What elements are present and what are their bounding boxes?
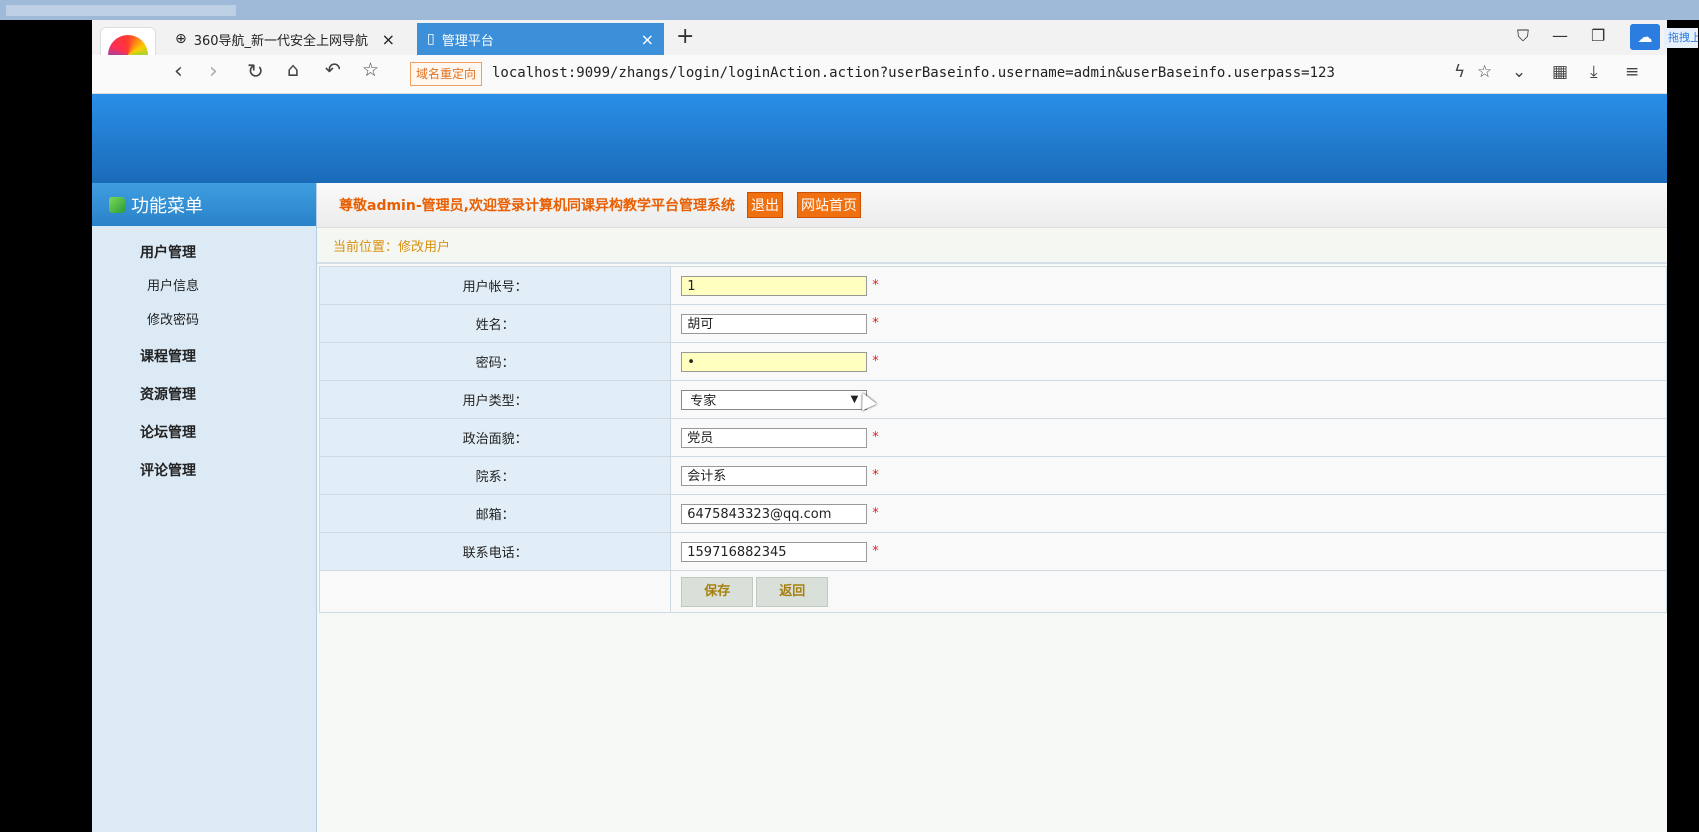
field-label: 联系电话： bbox=[318, 532, 672, 571]
edit-user-form: 用户帐号： 1 * 姓名： 胡可 * 密码： • * 用户类型： 专家 ▼ 政治面貌： bbox=[318, 266, 1667, 613]
back-button[interactable]: 返回 bbox=[756, 576, 829, 607]
tab-admin-platform[interactable]: ▯ 管理平台 × bbox=[417, 23, 664, 55]
form-row-department: 院系： 会计系 * bbox=[318, 456, 1667, 495]
welcome-bar: 尊敬admin-管理员,欢迎登录计算机同课异构教学平台管理系统 退出 网站首页 bbox=[317, 183, 1667, 228]
back-icon[interactable]: ‹ bbox=[174, 59, 183, 84]
political-status-input[interactable]: 党员 bbox=[681, 427, 868, 448]
lightning-icon[interactable]: ϟ bbox=[1454, 62, 1465, 82]
sidebar-item-comment-management[interactable]: 评论管理 bbox=[92, 452, 316, 490]
sidebar-header: 功能菜单 bbox=[92, 183, 316, 226]
new-tab-icon[interactable]: + bbox=[676, 24, 694, 49]
save-button[interactable]: 保存 bbox=[681, 576, 754, 607]
page-icon: ▯ bbox=[427, 31, 435, 47]
field-label: 院系： bbox=[318, 456, 672, 495]
breadcrumb: 当前位置：修改用户 bbox=[317, 228, 1667, 264]
os-title-strip bbox=[0, 0, 1699, 20]
sidebar-item-resource-management[interactable]: 资源管理 bbox=[92, 376, 316, 414]
reload-icon[interactable]: ↻ bbox=[247, 59, 264, 83]
form-row-email: 邮箱： 6475843323@qq.com * bbox=[318, 494, 1667, 533]
form-row-political-status: 政治面貌： 党员 * bbox=[318, 418, 1667, 457]
drag-upload-hint[interactable]: 拖拽上传 bbox=[1664, 28, 1698, 48]
tab-label: 管理平台 bbox=[441, 33, 494, 49]
close-icon[interactable]: × bbox=[641, 30, 654, 49]
sidebar: 功能菜单 用户管理 用户信息 修改密码 课程管理 资源管理 论坛管理 评论管理 bbox=[92, 183, 317, 832]
close-icon[interactable]: × bbox=[382, 30, 395, 49]
department-input[interactable]: 会计系 bbox=[681, 465, 868, 486]
cloud-icon[interactable]: ☁ bbox=[1630, 24, 1660, 50]
required-mark: * bbox=[872, 468, 879, 483]
sidebar-menu: 用户管理 用户信息 修改密码 课程管理 资源管理 论坛管理 评论管理 bbox=[92, 236, 316, 490]
required-mark: * bbox=[872, 354, 879, 369]
field-label: 用户类型： bbox=[318, 380, 672, 419]
bookmark-star-icon[interactable]: ☆ bbox=[362, 59, 379, 81]
sidebar-item-course-management[interactable]: 课程管理 bbox=[92, 338, 316, 376]
field-label: 政治面貌： bbox=[318, 418, 672, 457]
skin-icon[interactable]: ⛉ bbox=[1517, 26, 1529, 46]
account-input[interactable]: 1 bbox=[681, 275, 868, 296]
download-icon[interactable]: ⤓ bbox=[1590, 62, 1598, 82]
undo-close-icon[interactable]: ↶ bbox=[325, 59, 341, 81]
name-input[interactable]: 胡可 bbox=[681, 313, 868, 334]
sidebar-item-forum-management[interactable]: 论坛管理 bbox=[92, 414, 316, 452]
field-label: 姓名： bbox=[318, 304, 672, 343]
tab-360-navigation[interactable]: ⊕ 360导航_新一代安全上网导航 × bbox=[165, 23, 405, 55]
user-type-selected: 专家 bbox=[690, 394, 717, 409]
phone-input[interactable]: 159716882345 bbox=[681, 541, 868, 562]
restore-icon[interactable]: ❐ bbox=[1591, 26, 1605, 45]
form-row-actions: 保存 返回 bbox=[318, 570, 1667, 613]
page-viewport: 功能菜单 用户管理 用户信息 修改密码 课程管理 资源管理 论坛管理 评论管理 … bbox=[92, 94, 1667, 832]
sidebar-item-user-management[interactable]: 用户管理 bbox=[92, 236, 316, 270]
required-mark: * bbox=[872, 430, 879, 445]
cube-icon bbox=[109, 196, 125, 213]
field-label: 密码： bbox=[318, 342, 672, 381]
browser-window: ⊕ 360导航_新一代安全上网导航 × ▯ 管理平台 × + ⛉ — ❐ ☁ 拖… bbox=[92, 20, 1698, 832]
required-mark: * bbox=[872, 506, 879, 521]
form-row-name: 姓名： 胡可 * bbox=[318, 304, 1667, 343]
field-label: 邮箱： bbox=[318, 494, 672, 533]
field-label: 用户帐号： bbox=[318, 266, 672, 305]
logout-button[interactable]: 退出 bbox=[746, 192, 783, 218]
sidebar-item-user-info[interactable]: 用户信息 bbox=[92, 270, 316, 304]
form-row-phone: 联系电话： 159716882345 * bbox=[318, 532, 1667, 571]
shield-icon: ⊕ bbox=[175, 31, 187, 47]
redirect-badge[interactable]: 域名重定向 bbox=[410, 62, 483, 86]
password-input[interactable]: • bbox=[681, 351, 868, 372]
tab-label: 360导航_新一代安全上网导航 bbox=[193, 33, 369, 49]
minimize-icon[interactable]: — bbox=[1552, 26, 1568, 45]
chevron-down-icon[interactable]: ⌄ bbox=[1512, 62, 1526, 82]
required-mark: * bbox=[872, 544, 879, 559]
sidebar-title: 功能菜单 bbox=[131, 195, 203, 217]
email-input[interactable]: 6475843323@qq.com bbox=[681, 503, 868, 524]
url-input[interactable]: localhost:9099/zhangs/login/loginAction.… bbox=[492, 65, 1335, 81]
welcome-text: 尊敬admin-管理员,欢迎登录计算机同课异构教学平台管理系统 bbox=[339, 198, 735, 214]
sidebar-item-change-password[interactable]: 修改密码 bbox=[92, 304, 316, 338]
form-row-password: 密码： • * bbox=[318, 342, 1667, 381]
required-mark: * bbox=[872, 278, 879, 293]
required-mark: * bbox=[872, 316, 879, 331]
empty-cell bbox=[318, 570, 672, 613]
main-content: 尊敬admin-管理员,欢迎登录计算机同课异构教学平台管理系统 退出 网站首页 … bbox=[317, 183, 1667, 832]
apps-icon[interactable]: ▦ bbox=[1552, 62, 1568, 82]
page-banner bbox=[92, 94, 1667, 183]
user-type-select[interactable]: 专家 ▼ bbox=[681, 389, 868, 410]
form-row-account: 用户帐号： 1 * bbox=[318, 266, 1667, 305]
tab-bar: ⊕ 360导航_新一代安全上网导航 × ▯ 管理平台 × + ⛉ — ❐ ☁ 拖… bbox=[92, 20, 1698, 83]
menu-icon[interactable]: ≡ bbox=[1625, 62, 1639, 82]
site-home-button[interactable]: 网站首页 bbox=[796, 192, 861, 218]
os-window-ghost bbox=[6, 5, 236, 16]
home-icon[interactable]: ⌂ bbox=[287, 59, 299, 81]
favorite-icon[interactable]: ☆ bbox=[1477, 62, 1492, 82]
forward-icon[interactable]: › bbox=[209, 59, 218, 84]
address-bar: ‹ › ↻ ⌂ ↶ ☆ 域名重定向 localhost:9099/zhangs/… bbox=[92, 55, 1667, 94]
form-row-user-type: 用户类型： 专家 ▼ bbox=[318, 380, 1667, 419]
